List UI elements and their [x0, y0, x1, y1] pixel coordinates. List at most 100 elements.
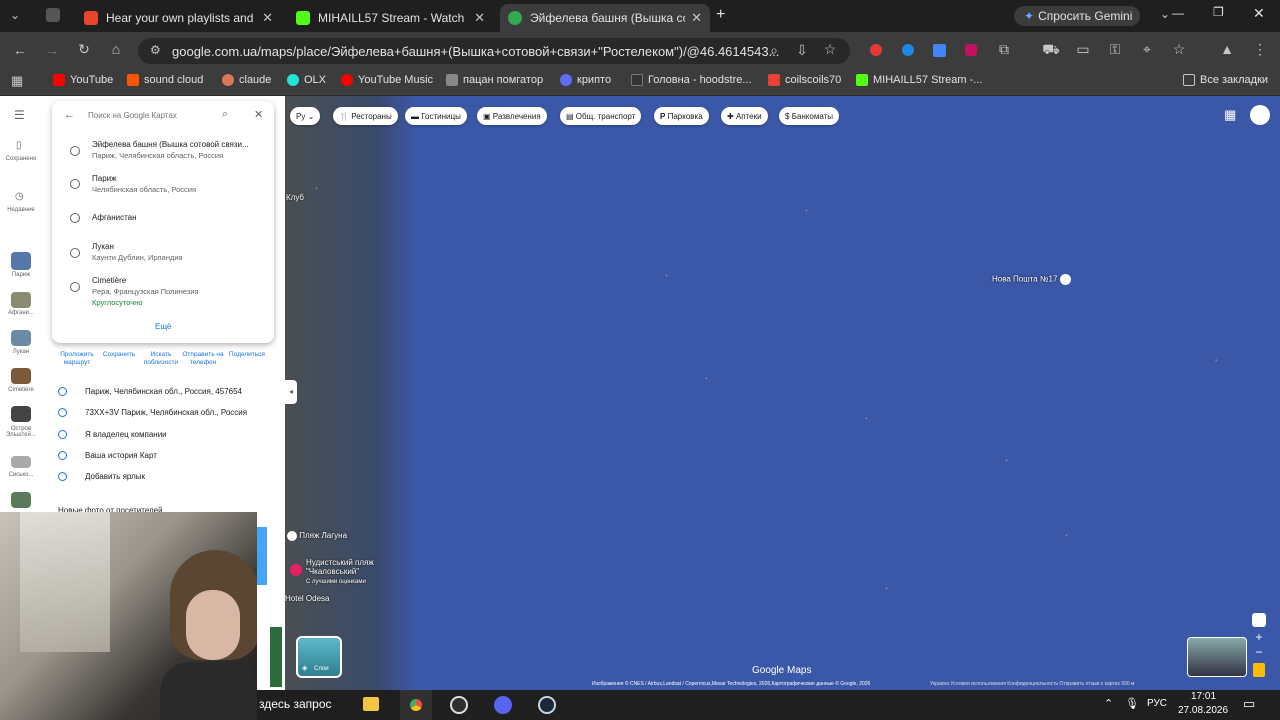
site-info-icon[interactable]: ⚙ [150, 43, 161, 57]
card-icon[interactable]: ▭ [1073, 41, 1093, 58]
close-icon[interactable]: ✕ [474, 10, 485, 26]
rail-lucan[interactable]: Лукан [2, 349, 40, 355]
info-label[interactable]: Добавить ярлык [58, 472, 145, 481]
clock-date[interactable]: 27.08.2026 [1178, 705, 1228, 716]
back-arrow-icon[interactable]: ← [64, 109, 75, 121]
chip-pharmacy[interactable]: ✚ Аптеки [721, 107, 768, 125]
extension-red-icon[interactable] [870, 44, 882, 56]
rail-thumb[interactable] [11, 330, 31, 346]
install-icon[interactable]: ⇩ [792, 42, 812, 59]
bookmark-kick[interactable]: MIHAILL57 Stream -... [856, 74, 982, 86]
obs-icon[interactable] [450, 696, 468, 714]
rail-saved[interactable]: Сохранено [2, 156, 40, 162]
extensions-puzzle-icon[interactable]: ⧉ [994, 41, 1014, 58]
key-icon[interactable]: ⚿ [1105, 41, 1125, 58]
new-tab-button[interactable]: + [716, 6, 725, 24]
minimize-button[interactable]: — [1172, 6, 1184, 20]
chip-parking[interactable]: P Парковка [654, 107, 709, 125]
chip-entertainment[interactable]: ▣ Развлечения [477, 107, 547, 125]
search-icon[interactable]: ⌕ [222, 108, 228, 121]
action-send[interactable]: Отправить на телефон [182, 351, 224, 367]
map-footer[interactable]: Украина Условия использования Конфиденци… [930, 681, 1134, 687]
search-input[interactable] [88, 107, 218, 123]
clock-time[interactable]: 17:01 [1191, 691, 1216, 702]
suggestion-item[interactable]: Лукан Каунти Дублин, Ирландия [92, 242, 183, 262]
notifications-icon[interactable]: ▭ [1243, 696, 1255, 712]
rail-thumb[interactable] [11, 456, 31, 468]
clear-icon[interactable]: ✕ [254, 108, 263, 121]
gemini-button[interactable]: ✦ Спросить Gemini [1014, 6, 1140, 26]
chip-atm[interactable]: $ Банкоматы [779, 107, 840, 125]
info-pluscode[interactable]: 73XX+3V Париж, Челябинская обл., Россия [58, 408, 247, 417]
all-bookmarks[interactable]: Все закладки [1183, 74, 1268, 86]
reload-icon[interactable]: ↻ [74, 41, 94, 58]
rail-thumb[interactable] [11, 292, 31, 308]
nudist-beach-marker[interactable] [290, 564, 302, 576]
bookmark-pacan[interactable]: пацан помгатор [446, 74, 543, 86]
club-label[interactable]: Клуб [286, 193, 304, 202]
rail-thumb[interactable] [11, 492, 31, 508]
tab-list-icon[interactable]: ⌄ [1160, 7, 1170, 21]
action-route[interactable]: Проложить маршрут [56, 351, 98, 367]
globe-preview[interactable] [1187, 637, 1247, 677]
rail-island[interactable]: Остров Эльштей... [2, 426, 40, 438]
bookmark-claude[interactable]: claude [222, 74, 271, 86]
home-icon[interactable]: ⌂ [106, 41, 126, 57]
photo-thumb[interactable] [257, 527, 267, 585]
more-link[interactable]: Ещё [155, 322, 171, 331]
apps-grid-icon[interactable]: ▦ [11, 73, 23, 89]
action-nearby[interactable]: Искать поблизости [140, 351, 182, 367]
map-canvas[interactable]: • • • • • • • • • [285, 96, 1280, 690]
discord-icon[interactable] [494, 696, 512, 714]
map-type-toggle[interactable]: Ру ⌄ [290, 107, 320, 125]
menu-icon[interactable]: ⋮ [1250, 41, 1270, 58]
menu-icon[interactable]: ☰ [14, 108, 25, 122]
rail-sisko[interactable]: Сисько... [2, 472, 40, 478]
tab-kick-stream[interactable]: MIHAILL57 Stream - Watch Live ✕ [288, 4, 493, 32]
tab-search-icon[interactable]: ⌄ [10, 8, 20, 22]
info-history[interactable]: Ваша история Карт [58, 451, 157, 460]
recent-icon[interactable]: ◷ [15, 191, 24, 202]
zoom-out-button[interactable]: − [1252, 645, 1266, 659]
rail-paris[interactable]: Париж [2, 272, 40, 278]
info-address[interactable]: Париж, Челябинская обл., Россия, 457654 [58, 387, 242, 396]
forward-icon[interactable]: → [42, 42, 62, 58]
google-apps-icon[interactable]: ▦ [1224, 107, 1236, 123]
tray-expand-icon[interactable]: ⌃ [1104, 697, 1113, 710]
rail-thumb[interactable] [11, 252, 31, 270]
suggestion-item[interactable]: Париж Челябинская область, Россия [92, 174, 196, 194]
close-icon[interactable]: ✕ [262, 10, 273, 26]
location-icon[interactable]: ⌖ [1137, 41, 1157, 58]
close-window-button[interactable]: ✕ [1253, 5, 1265, 22]
rail-cimetiere[interactable]: Cimetière [2, 387, 40, 393]
bookmark-olx[interactable]: OLX [287, 74, 326, 86]
layers-button[interactable]: ◈ Слои [296, 636, 342, 678]
rail-thumb[interactable] [11, 368, 31, 384]
beach-label[interactable]: Пляж Лагуна [287, 531, 347, 541]
microphone-icon[interactable]: 🎙 [1125, 697, 1139, 710]
suggestion-item[interactable]: Cimetière Pepa, Французская Полинезия Кр… [92, 276, 199, 307]
chip-restaurants[interactable]: 🍴 Рестораны [333, 107, 398, 125]
tab-soundcloud[interactable]: Hear your own playlists and the ✕ [76, 4, 281, 32]
view-icon[interactable] [1252, 613, 1266, 627]
extension-blue-icon[interactable] [902, 44, 914, 56]
car-icon[interactable]: ⛟ [1041, 41, 1061, 60]
nudist-beach-label[interactable]: Нудистський пляж "Чкаловський" С лучшими… [306, 558, 396, 587]
taskbar-search[interactable]: здесь запрос [259, 697, 332, 711]
saved-icon[interactable]: ▯ [16, 140, 22, 151]
bookmark-youtube-music[interactable]: YouTube Music [341, 74, 433, 86]
rail-afghanistan[interactable]: Афгани... [2, 310, 40, 316]
info-claim[interactable]: Я владелец компании [58, 430, 167, 439]
bookmark-gmail[interactable]: coilscoils70 [768, 74, 841, 86]
translate-icon[interactable] [933, 44, 946, 57]
action-share[interactable]: Поделиться [224, 351, 270, 358]
steam-icon[interactable] [538, 696, 556, 714]
rail-recent[interactable]: Недавние [2, 207, 40, 213]
restore-button[interactable]: ❐ [1213, 5, 1224, 19]
hotel-label[interactable]: Hotel Odesa [285, 594, 329, 603]
address-bar[interactable]: ⚙ google.com.ua/maps/place/Эйфелева+башн… [138, 38, 850, 64]
nova-poshta-label[interactable]: Нова Пошта №17 [992, 274, 1071, 285]
rail-thumb[interactable] [11, 406, 31, 422]
back-icon[interactable]: ← [10, 42, 30, 58]
star-icon[interactable]: ☆ [820, 41, 840, 58]
